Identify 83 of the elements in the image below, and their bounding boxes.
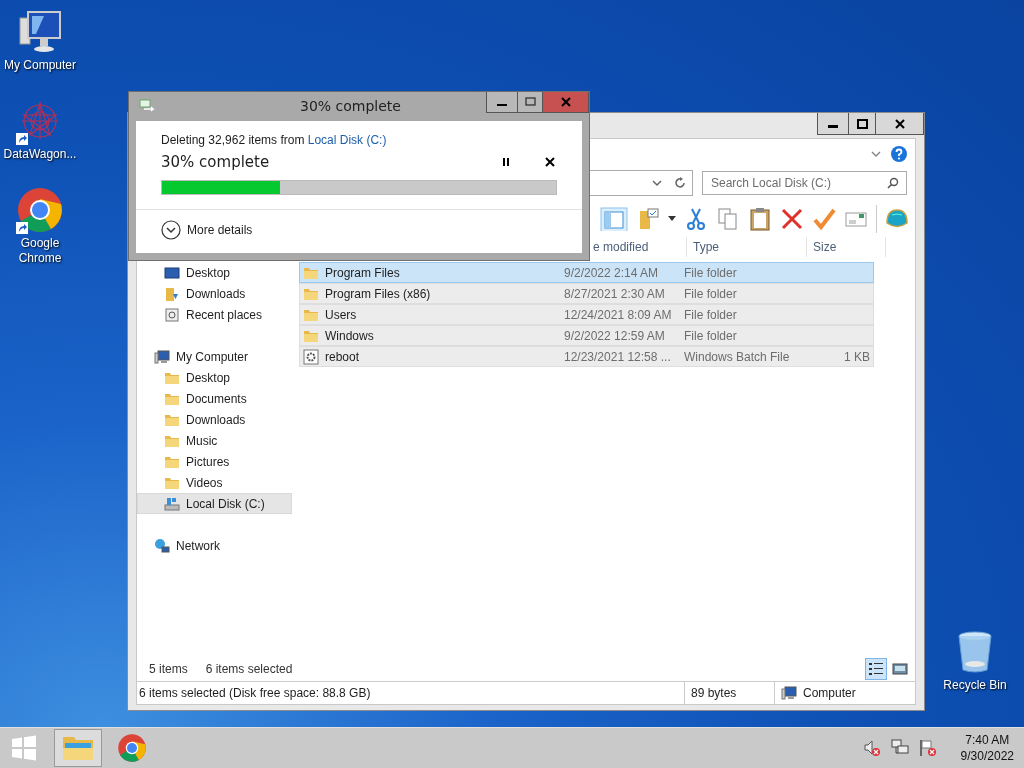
source-link[interactable]: Local Disk (C:) — [307, 133, 387, 147]
column-header[interactable]: Type — [693, 240, 719, 254]
computer-icon — [154, 348, 170, 365]
chrome-logo-icon — [117, 733, 147, 763]
minimize-button[interactable] — [487, 92, 517, 112]
shortcut-arrow-icon — [16, 133, 28, 145]
clock[interactable]: 7:40 AM 9/30/2022 — [960, 732, 1014, 764]
download-folder-icon — [164, 285, 180, 302]
nav-item[interactable]: Downloads — [137, 409, 292, 430]
flag-icon[interactable] — [918, 739, 937, 757]
windows-logo-icon — [11, 735, 37, 761]
column-header[interactable]: Size — [813, 240, 837, 254]
file-row[interactable]: Program Files 9/2/2022 2:14 AM File folder — [299, 262, 874, 283]
clipboard-icon[interactable] — [748, 207, 772, 231]
nav-item[interactable]: Desktop — [137, 367, 292, 388]
nav-item[interactable]: Downloads — [137, 283, 292, 304]
file-move-icon — [139, 99, 155, 113]
network-icon[interactable] — [890, 739, 909, 757]
nav-item[interactable]: Local Disk (C:) — [137, 493, 292, 514]
desktop-icon-label[interactable]: My Computer — [2, 58, 78, 73]
scissors-icon[interactable] — [684, 207, 708, 231]
close-icon — [560, 97, 571, 107]
file-row[interactable]: reboot 12/23/2021 12:58 ... Windows Batch File 1 KB — [299, 346, 874, 367]
file-row[interactable]: Windows 9/2/2022 12:59 AM File folder — [299, 325, 874, 346]
status-location: Computer — [803, 686, 856, 700]
folder-icon — [62, 734, 94, 762]
caret-icon[interactable] — [668, 216, 676, 222]
dialog-title: 30% complete — [299, 97, 402, 114]
gear-file-icon — [303, 348, 319, 365]
details-view-icon — [868, 661, 884, 677]
column-header[interactable]: e modified — [593, 240, 649, 254]
search-field[interactable]: Search Local Disk (C:) — [702, 171, 907, 195]
recent-places-icon — [164, 306, 180, 323]
drive-icon — [164, 495, 180, 512]
maximize-icon — [524, 97, 536, 107]
chrome-logo-icon — [16, 186, 64, 234]
clock-date: 9/30/2022 — [960, 748, 1014, 764]
status-size: 89 bytes — [691, 686, 737, 700]
view-button[interactable] — [865, 658, 887, 680]
more-details-button[interactable]: More details — [136, 210, 582, 250]
delete-message: Deleting 32,962 items from Local Disk (C:) — [161, 133, 388, 147]
computer-icon — [781, 685, 797, 701]
search-icon — [887, 177, 899, 189]
pause-icon — [501, 157, 511, 167]
selection-count: 6 items selected — [205, 662, 293, 676]
refresh-icon[interactable] — [674, 177, 686, 189]
clock-time: 7:40 AM — [965, 732, 1010, 748]
cancel-button[interactable] — [543, 155, 557, 169]
desktop-icon — [164, 264, 180, 281]
file-row[interactable]: Program Files (x86) 8/27/2021 2:30 AM File folder — [299, 283, 874, 304]
progress-heading: 30% complete — [161, 153, 271, 171]
minimize-button[interactable] — [818, 113, 848, 134]
status-text: 6 items selected (Disk free space: 88.8 GB) — [139, 686, 371, 700]
minimize-icon — [497, 104, 507, 106]
close-icon — [545, 157, 555, 167]
file-row[interactable]: Users 12/24/2021 8:09 AM File folder — [299, 304, 874, 325]
help-icon[interactable] — [891, 146, 907, 162]
chevron-circle-icon — [161, 220, 181, 240]
chevron-down-icon[interactable] — [652, 179, 662, 187]
preview-view-icon — [892, 661, 908, 677]
shortcut-arrow-icon — [16, 222, 28, 234]
desktop-icon-label[interactable]: Recycle Bin — [937, 678, 1013, 693]
close-icon — [894, 118, 905, 129]
nav-item[interactable]: Pictures — [137, 451, 292, 472]
nav-item[interactable]: Music — [137, 430, 292, 451]
nav-item[interactable]: Documents — [137, 388, 292, 409]
chevron-down-icon[interactable] — [871, 150, 881, 158]
desktop-icon-label[interactable]: Google Chrome — [2, 236, 78, 266]
maximize-icon — [856, 118, 868, 129]
nav-item[interactable]: Videos — [137, 472, 292, 493]
nav-item[interactable]: Recent places — [137, 304, 292, 325]
minimize-icon — [828, 125, 838, 128]
network-globe-icon — [154, 537, 170, 554]
delete-x-icon[interactable] — [780, 207, 804, 231]
nav-item[interactable]: My Computer — [137, 346, 292, 367]
desktop-icon-label[interactable]: DataWagon... — [2, 147, 78, 162]
speaker-muted-icon[interactable] — [862, 739, 881, 757]
nav-item[interactable]: Desktop — [137, 262, 292, 283]
maximize-button[interactable] — [848, 113, 875, 134]
item-count: 5 items — [149, 662, 188, 676]
close-button[interactable] — [875, 113, 923, 134]
nav-item[interactable]: Network — [137, 535, 292, 556]
checkmark-icon[interactable] — [812, 207, 836, 231]
